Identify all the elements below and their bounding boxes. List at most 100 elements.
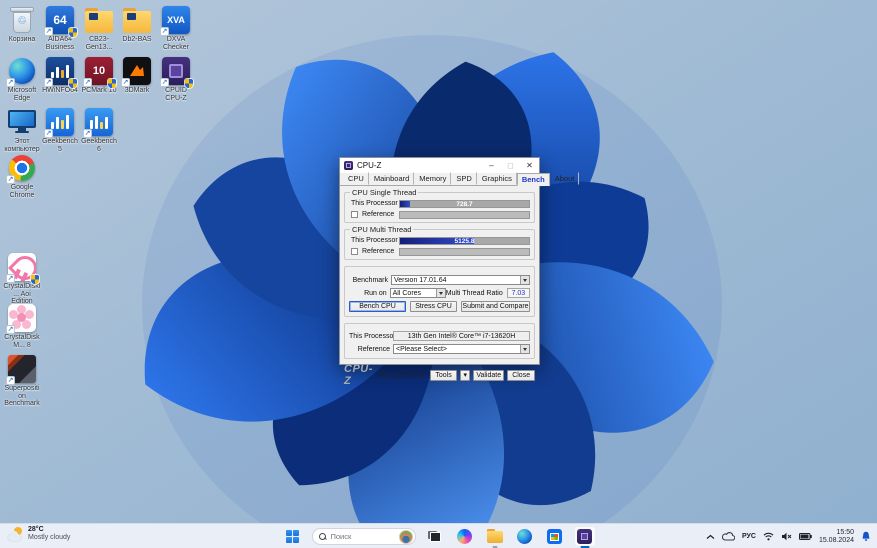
dropdown-arrow-icon bbox=[520, 345, 529, 353]
desktop-icon-pcmark10[interactable]: 10↗ PCMark 10 bbox=[80, 56, 118, 95]
edge-icon bbox=[517, 529, 532, 544]
tools-dropdown-button[interactable]: ▾ bbox=[460, 370, 470, 381]
stress-cpu-button[interactable]: Stress CPU bbox=[410, 301, 457, 312]
benchmark-version-value: Version 17.01.64 bbox=[392, 277, 520, 284]
weather-widget[interactable]: 28°C Mostly cloudy bbox=[8, 526, 70, 542]
desktop-icon-folder-db2[interactable]: Db2-BAS bbox=[118, 5, 156, 44]
groupbox-legend: CPU Multi Thread bbox=[350, 225, 413, 234]
start-button[interactable] bbox=[282, 526, 304, 547]
search-icon bbox=[319, 533, 327, 541]
onedrive-cloud-icon[interactable] bbox=[722, 532, 735, 541]
windows-logo-icon bbox=[286, 530, 299, 543]
desktop-icon-folder-cb23[interactable]: CB23-Gen13... bbox=[80, 5, 118, 51]
reference-select[interactable]: <Please Select> bbox=[393, 344, 530, 354]
single-thread-score: 728.7 bbox=[400, 201, 529, 207]
task-view-button[interactable] bbox=[424, 526, 446, 547]
tab-bench[interactable]: Bench bbox=[517, 173, 550, 186]
uac-shield-icon bbox=[31, 275, 39, 284]
desktop-icon-geekbench6[interactable]: ↗ Geekbench 6 bbox=[80, 107, 118, 153]
desktop-icon-hwinfo64[interactable]: ↗ HWiNFO64 bbox=[41, 56, 79, 95]
desktop-icon-label: Geekbench 6 bbox=[80, 138, 118, 153]
tab-mainboard[interactable]: Mainboard bbox=[369, 172, 414, 185]
desktop-icon-google-chrome[interactable]: ↗ Google Chrome bbox=[3, 153, 41, 199]
submit-compare-button[interactable]: Submit and Compare bbox=[461, 301, 530, 312]
shortcut-arrow-icon: ↗ bbox=[121, 78, 130, 87]
desktop-icon-cpuid-cpuz[interactable]: ↗ CPUID CPU-Z bbox=[157, 56, 195, 102]
weather-icon bbox=[8, 527, 24, 541]
taskbar: 28°C Mostly cloudy РУС bbox=[0, 523, 877, 548]
shortcut-arrow-icon: ↗ bbox=[6, 274, 15, 283]
cpuz-titlebar[interactable]: CPU-Z – ◻ ✕ bbox=[340, 158, 539, 173]
shortcut-arrow-icon: ↗ bbox=[6, 376, 15, 385]
desktop-icon-label: AIDA64 Business bbox=[41, 36, 79, 51]
shortcut-arrow-icon: ↗ bbox=[160, 78, 169, 87]
maximize-button: ◻ bbox=[501, 158, 520, 173]
shortcut-arrow-icon: ↗ bbox=[44, 27, 53, 36]
tab-about[interactable]: About bbox=[550, 172, 580, 185]
desktop-icon-crystaldiskmark[interactable]: ↗ CrystalDiskM... 8 bbox=[3, 303, 41, 349]
tab-memory[interactable]: Memory bbox=[414, 172, 451, 185]
cpuz-tabbar: CPU Mainboard Memory SPD Graphics Bench … bbox=[340, 173, 539, 186]
multi-reference-checkbox[interactable] bbox=[351, 248, 358, 255]
search-box[interactable] bbox=[312, 528, 416, 545]
tray-chevron-up-icon[interactable] bbox=[706, 534, 715, 540]
tab-spd[interactable]: SPD bbox=[451, 172, 476, 185]
multi-thread-score-bar: 5125.8 bbox=[399, 237, 530, 245]
multi-thread-score: 5125.8 bbox=[400, 238, 529, 244]
desktop-icon-label: Корзина bbox=[3, 36, 41, 44]
wifi-icon[interactable] bbox=[763, 532, 774, 541]
folder-icon bbox=[85, 11, 113, 33]
this-processor-label: This Processor bbox=[349, 333, 393, 340]
notification-bell-icon[interactable] bbox=[861, 531, 871, 542]
copilot-icon bbox=[457, 529, 472, 544]
desktop-icon-dxva-checker[interactable]: XVA↗ DXVA Checker bbox=[157, 5, 195, 51]
desktop-icon-geekbench5[interactable]: ↗ Geekbench 5 bbox=[41, 107, 79, 153]
run-on-label: Run on bbox=[349, 290, 390, 297]
multi-thread-groupbox: CPU Multi Thread This Processor 5125.8 R… bbox=[344, 229, 535, 260]
single-reference-checkbox[interactable] bbox=[351, 211, 358, 218]
desktop-icon-3dmark[interactable]: ↗ 3DMark bbox=[118, 56, 156, 95]
cpuz-taskbar-button[interactable] bbox=[574, 526, 596, 547]
single-reference-bar bbox=[399, 211, 530, 219]
benchmark-version-select[interactable]: Version 17.01.64 bbox=[391, 275, 530, 285]
volume-muted-icon[interactable] bbox=[781, 532, 792, 541]
desktop-icon-label: CB23-Gen13... bbox=[80, 36, 118, 51]
clock[interactable]: 15:50 15.08.2024 bbox=[819, 529, 854, 545]
close-button[interactable]: ✕ bbox=[520, 158, 539, 173]
tab-graphics[interactable]: Graphics bbox=[477, 172, 517, 185]
bench-settings-groupbox: Benchmark Version 17.01.64 Run on All Co… bbox=[344, 266, 535, 317]
edge-button[interactable] bbox=[514, 526, 536, 547]
battery-icon[interactable] bbox=[799, 533, 812, 540]
reference-value: <Please Select> bbox=[394, 346, 520, 353]
tools-button[interactable]: Tools bbox=[430, 370, 458, 381]
run-on-select[interactable]: All Cores bbox=[390, 288, 446, 298]
desktop-icon-this-pc[interactable]: Этот компьютер bbox=[3, 107, 41, 153]
window-title: CPU-Z bbox=[357, 161, 482, 170]
groupbox-legend: CPU Single Thread bbox=[350, 188, 418, 197]
desktop-icon-microsoft-edge[interactable]: ↗ Microsoft Edge bbox=[3, 56, 41, 102]
desktop-icon-label: Geekbench 5 bbox=[41, 138, 79, 153]
minimize-button[interactable]: – bbox=[482, 158, 501, 173]
desktop-icon-superposition[interactable]: ↗ Superposition Benchmark bbox=[3, 354, 41, 408]
cpuz-app-icon bbox=[344, 161, 353, 170]
desktop-icon-crystaldiskinfo[interactable]: ↗ CrystalDiskI... Aoi Edition bbox=[3, 252, 41, 306]
tab-cpu[interactable]: CPU bbox=[343, 172, 369, 185]
file-explorer-button[interactable] bbox=[484, 526, 506, 547]
desktop-icon-recycle-bin[interactable]: ♲ Корзина bbox=[3, 5, 41, 44]
single-reference-label: Reference bbox=[360, 211, 399, 218]
bench-cpu-button[interactable]: Bench CPU bbox=[349, 301, 406, 312]
desktop-icon-label: DXVA Checker bbox=[157, 36, 195, 51]
copilot-button[interactable] bbox=[454, 526, 476, 547]
validate-button[interactable]: Validate bbox=[473, 370, 504, 381]
multi-reference-bar bbox=[399, 248, 530, 256]
language-indicator[interactable]: РУС bbox=[742, 533, 756, 540]
desktop-icon-aida64[interactable]: 64↗ AIDA64 Business bbox=[41, 5, 79, 51]
uac-shield-icon bbox=[108, 79, 116, 88]
search-input[interactable] bbox=[331, 532, 399, 541]
microsoft-store-button[interactable] bbox=[544, 526, 566, 547]
close-window-button[interactable]: Close bbox=[507, 370, 535, 381]
shortcut-arrow-icon: ↗ bbox=[6, 78, 15, 87]
shortcut-arrow-icon: ↗ bbox=[44, 78, 53, 87]
ratio-label: Multi Thread Ratio bbox=[446, 290, 507, 297]
shortcut-arrow-icon: ↗ bbox=[6, 325, 15, 334]
